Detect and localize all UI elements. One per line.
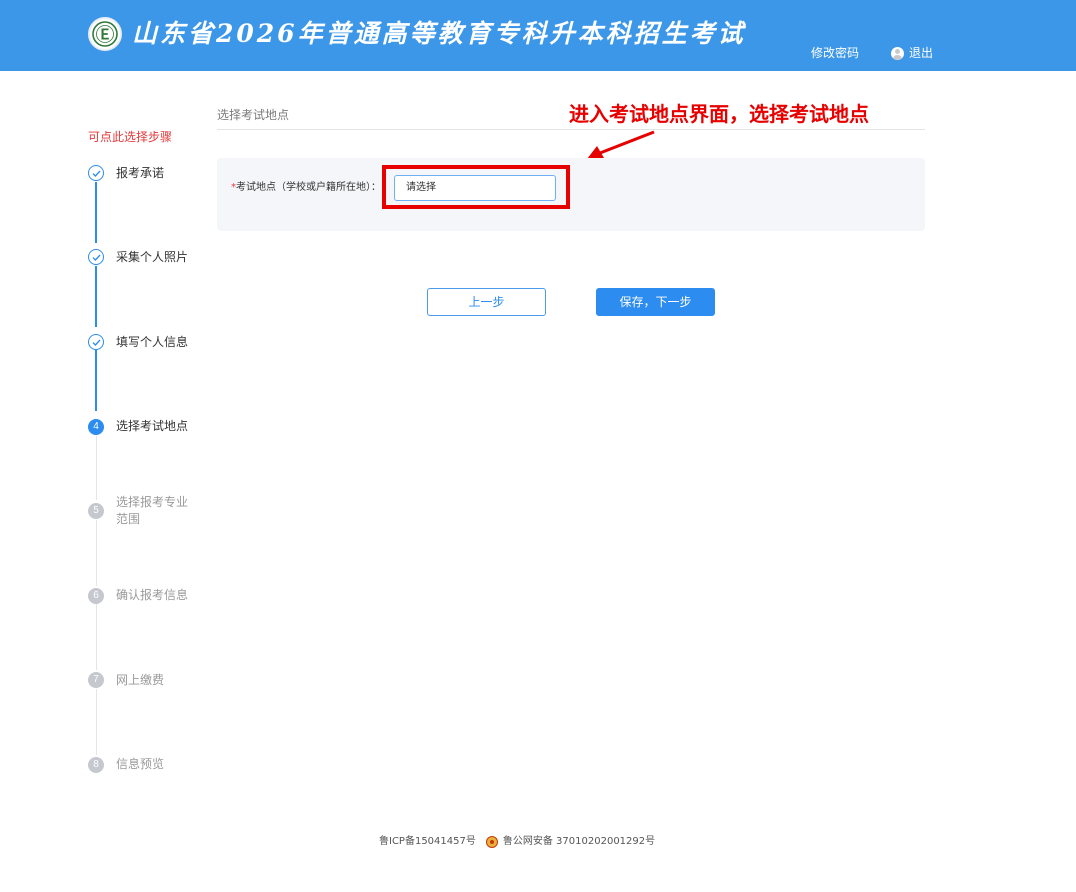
annotation-callout: 进入考试地点界面，选择考试地点 bbox=[569, 102, 869, 126]
icp-link[interactable]: 鲁ICP备15041457号 bbox=[379, 834, 476, 849]
step-1-check-icon[interactable] bbox=[88, 165, 104, 181]
footer: 鲁ICP备15041457号 鲁公网安备 37010202001292号 bbox=[379, 834, 655, 849]
police-badge-icon bbox=[485, 835, 498, 848]
exam-location-select[interactable]: 请选择 bbox=[394, 175, 556, 201]
step-7-label: 网上缴费 bbox=[116, 673, 165, 687]
exam-location-label-text: 考试地点（学校或户籍所在地）： bbox=[236, 182, 381, 193]
step-connector bbox=[95, 182, 97, 243]
step-2-label[interactable]: 采集个人照片 bbox=[116, 249, 188, 266]
section-divider bbox=[217, 129, 925, 130]
step-connector bbox=[96, 689, 97, 755]
step-connector bbox=[96, 436, 97, 500]
exam-location-label: *考试地点（学校或户籍所在地）： bbox=[231, 180, 381, 195]
step-4-label[interactable]: 选择考试地点 bbox=[116, 418, 188, 435]
logout-label: 退出 bbox=[909, 46, 934, 60]
change-password-link[interactable]: 修改密码 bbox=[811, 44, 859, 62]
step-2-check-icon[interactable] bbox=[88, 249, 104, 265]
step-3-label[interactable]: 填写个人信息 bbox=[116, 334, 188, 351]
header-bar: 山东省2026年普通高等教育专科升本科招生考试 修改密码 退出 bbox=[0, 0, 1076, 71]
section-title: 选择考试地点 bbox=[217, 108, 290, 122]
step-hint: 可点此选择步骤 bbox=[88, 130, 173, 144]
step-connector bbox=[95, 350, 97, 411]
prev-step-button[interactable]: 上一步 bbox=[427, 288, 546, 316]
logout-button[interactable]: 退出 bbox=[891, 44, 933, 62]
step-connector bbox=[96, 520, 97, 586]
step-connector bbox=[95, 266, 97, 327]
save-next-button[interactable]: 保存，下一步 bbox=[596, 288, 715, 316]
step-connector bbox=[96, 604, 97, 670]
site-title: 山东省2026年普通高等教育专科升本科招生考试 bbox=[132, 19, 746, 48]
step-8-number-icon: 8 bbox=[88, 757, 104, 773]
police-record-link[interactable]: 鲁公网安备 37010202001292号 bbox=[503, 834, 655, 849]
step-5-number-icon: 5 bbox=[88, 503, 104, 519]
step-3-check-icon[interactable] bbox=[88, 334, 104, 350]
step-8-label: 信息预览 bbox=[116, 757, 165, 771]
step-4-number-icon[interactable]: 4 bbox=[88, 419, 104, 435]
user-icon bbox=[891, 46, 904, 60]
logo-emblem-icon bbox=[88, 17, 122, 51]
step-6-label: 确认报考信息 bbox=[116, 588, 189, 602]
step-7-number-icon: 7 bbox=[88, 672, 104, 688]
step-5-label: 选择报考专业范围 bbox=[116, 495, 189, 526]
step-6-number-icon: 6 bbox=[88, 588, 104, 604]
step-1-label[interactable]: 报考承诺 bbox=[116, 165, 188, 182]
